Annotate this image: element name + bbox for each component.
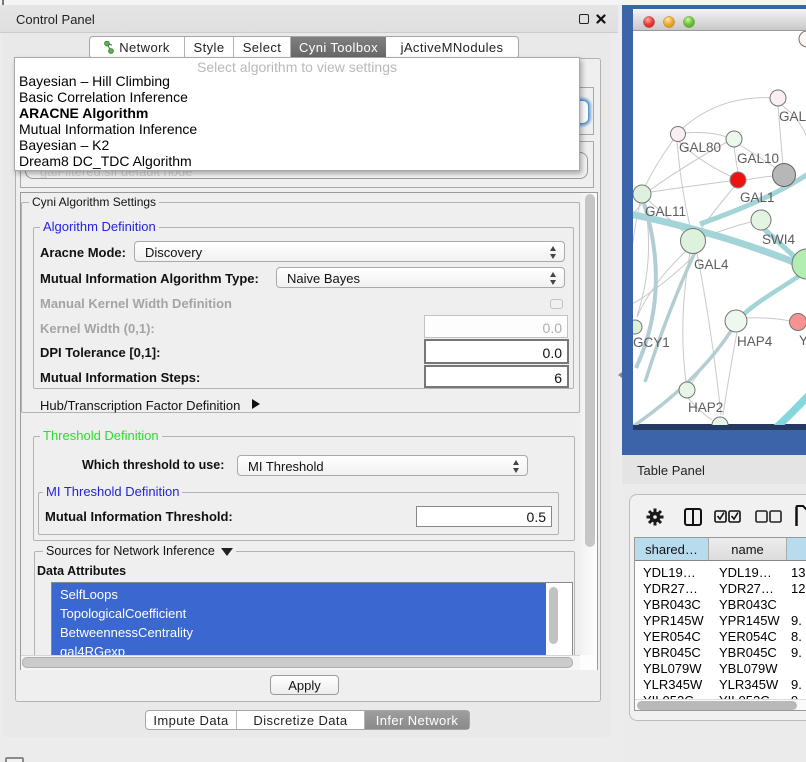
svg-text:GAL7: GAL7: [779, 109, 806, 124]
svg-text:YM: YM: [799, 333, 806, 348]
svg-text:HAP2: HAP2: [688, 400, 723, 415]
svg-text:GAL10: GAL10: [737, 151, 779, 166]
svg-text:GAL80: GAL80: [679, 140, 721, 155]
svg-text:GAL1: GAL1: [740, 190, 775, 205]
svg-text:GAL4: GAL4: [694, 257, 729, 272]
svg-text:HAP4: HAP4: [737, 334, 773, 349]
svg-text:GCY1: GCY1: [633, 335, 670, 350]
svg-text:SWI4: SWI4: [762, 232, 795, 247]
svg-text:GAL11: GAL11: [645, 204, 686, 219]
